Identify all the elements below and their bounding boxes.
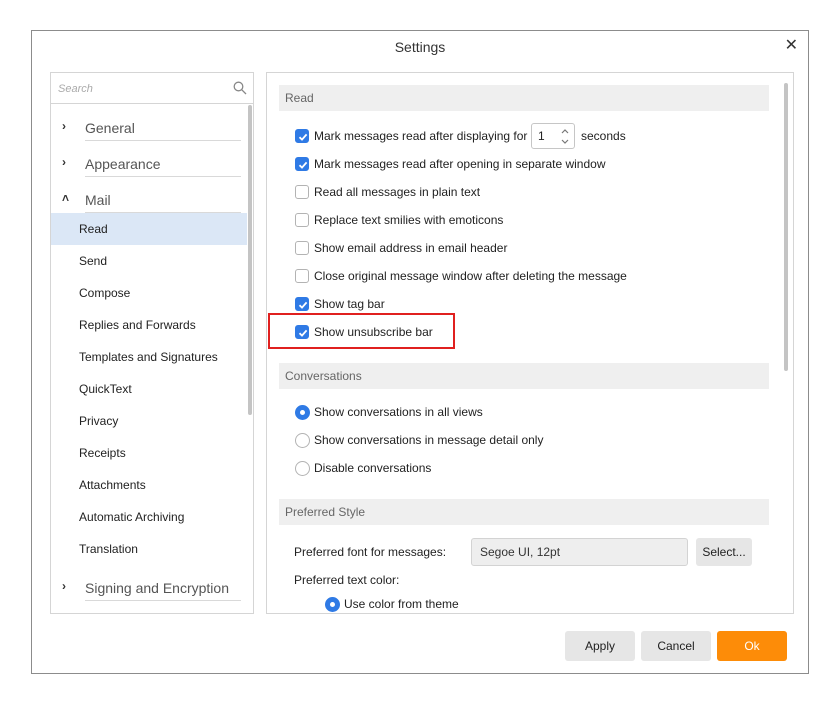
stepper-value[interactable]: 1 bbox=[538, 129, 545, 143]
ok-button[interactable]: Ok bbox=[717, 631, 787, 661]
option-label: Mark messages read after opening in sepa… bbox=[314, 157, 606, 171]
nav-item-compose[interactable]: Compose bbox=[51, 277, 247, 309]
chevron-up-icon[interactable] bbox=[560, 126, 570, 136]
nav-item-receipts[interactable]: Receipts bbox=[51, 437, 247, 469]
divider bbox=[85, 600, 241, 601]
section-header-conversations: Conversations bbox=[279, 363, 769, 389]
check-icon bbox=[298, 133, 308, 141]
divider bbox=[85, 176, 241, 177]
category-signing-encryption[interactable]: › Signing and Encryption bbox=[51, 573, 247, 601]
checkbox-unchecked[interactable] bbox=[295, 241, 309, 255]
radio-selected[interactable] bbox=[295, 405, 310, 420]
close-button[interactable]: ✕ bbox=[785, 36, 798, 56]
highlight-annotation bbox=[268, 313, 455, 349]
font-label: Preferred font for messages: bbox=[294, 545, 447, 559]
option-label: Read all messages in plain text bbox=[314, 185, 481, 199]
option-label: Show email address in email header bbox=[314, 241, 508, 255]
nav-item-quicktext[interactable]: QuickText bbox=[51, 373, 247, 405]
check-icon bbox=[298, 301, 308, 309]
option-label: Replace text smilies with emoticons bbox=[314, 213, 504, 227]
search-input[interactable] bbox=[56, 79, 230, 99]
dialog-title: Settings bbox=[394, 39, 446, 55]
chevron-right-icon: › bbox=[62, 579, 66, 593]
category-appearance[interactable]: › Appearance bbox=[51, 149, 247, 177]
font-field: Segoe UI, 12pt bbox=[471, 538, 688, 566]
chevron-right-icon: › bbox=[62, 155, 66, 169]
nav-item-templates-signatures[interactable]: Templates and Signatures bbox=[51, 341, 247, 373]
category-label: General bbox=[85, 120, 135, 136]
option-label: Mark messages read after displaying for bbox=[314, 129, 528, 143]
nav-item-replies-forwards[interactable]: Replies and Forwards bbox=[51, 309, 247, 341]
checkbox-unchecked[interactable] bbox=[295, 269, 309, 283]
chevron-right-icon: › bbox=[62, 119, 66, 133]
radio-selected[interactable] bbox=[325, 597, 340, 612]
nav-item-read[interactable]: Read bbox=[51, 213, 247, 245]
checkbox-checked[interactable] bbox=[295, 129, 309, 143]
radio-unselected[interactable] bbox=[295, 461, 310, 476]
cancel-button[interactable]: Cancel bbox=[641, 631, 711, 661]
search-box bbox=[51, 73, 253, 104]
nav-item-translation[interactable]: Translation bbox=[51, 533, 247, 565]
checkbox-unchecked[interactable] bbox=[295, 213, 309, 227]
close-icon: ✕ bbox=[784, 37, 798, 54]
section-header-preferred-style: Preferred Style bbox=[279, 499, 769, 525]
text-color-label: Preferred text color: bbox=[294, 573, 400, 587]
nav-item-send[interactable]: Send bbox=[51, 245, 247, 277]
apply-button[interactable]: Apply bbox=[565, 631, 635, 661]
checkbox-checked[interactable] bbox=[295, 157, 309, 171]
category-general[interactable]: › General bbox=[51, 113, 247, 141]
category-label: Signing and Encryption bbox=[85, 580, 229, 596]
seconds-stepper[interactable]: 1 bbox=[531, 123, 575, 149]
content-scrollbar[interactable] bbox=[784, 83, 788, 371]
nav-item-privacy[interactable]: Privacy bbox=[51, 405, 247, 437]
nav-item-automatic-archiving[interactable]: Automatic Archiving bbox=[51, 501, 247, 533]
nav-item-attachments[interactable]: Attachments bbox=[51, 469, 247, 501]
option-label: Show conversations in all views bbox=[314, 405, 483, 419]
option-label: Disable conversations bbox=[314, 461, 432, 475]
settings-dialog: Settings ✕ › General › Appearance ˄ Mail bbox=[31, 30, 809, 674]
search-icon[interactable] bbox=[233, 81, 247, 95]
settings-nav: › General › Appearance ˄ Mail Read Send … bbox=[50, 72, 254, 614]
category-mail[interactable]: ˄ Mail bbox=[51, 185, 247, 213]
category-label: Mail bbox=[85, 192, 111, 208]
checkbox-unchecked[interactable] bbox=[295, 185, 309, 199]
divider bbox=[85, 140, 241, 141]
option-label: Use color from theme bbox=[344, 597, 459, 611]
option-label: Show conversations in message detail onl… bbox=[314, 433, 544, 447]
section-header-read: Read bbox=[279, 85, 769, 111]
nav-scrollbar[interactable] bbox=[248, 105, 252, 415]
category-label: Appearance bbox=[85, 156, 161, 172]
radio-unselected[interactable] bbox=[295, 433, 310, 448]
chevron-down-icon[interactable] bbox=[560, 137, 570, 147]
check-icon bbox=[298, 161, 308, 169]
checkbox-checked[interactable] bbox=[295, 297, 309, 311]
option-label: Close original message window after dele… bbox=[314, 269, 627, 283]
chevron-up-icon: ˄ bbox=[62, 191, 70, 205]
select-font-button[interactable]: Select... bbox=[696, 538, 752, 566]
seconds-label: seconds bbox=[581, 129, 626, 143]
option-label: Show tag bar bbox=[314, 297, 385, 311]
